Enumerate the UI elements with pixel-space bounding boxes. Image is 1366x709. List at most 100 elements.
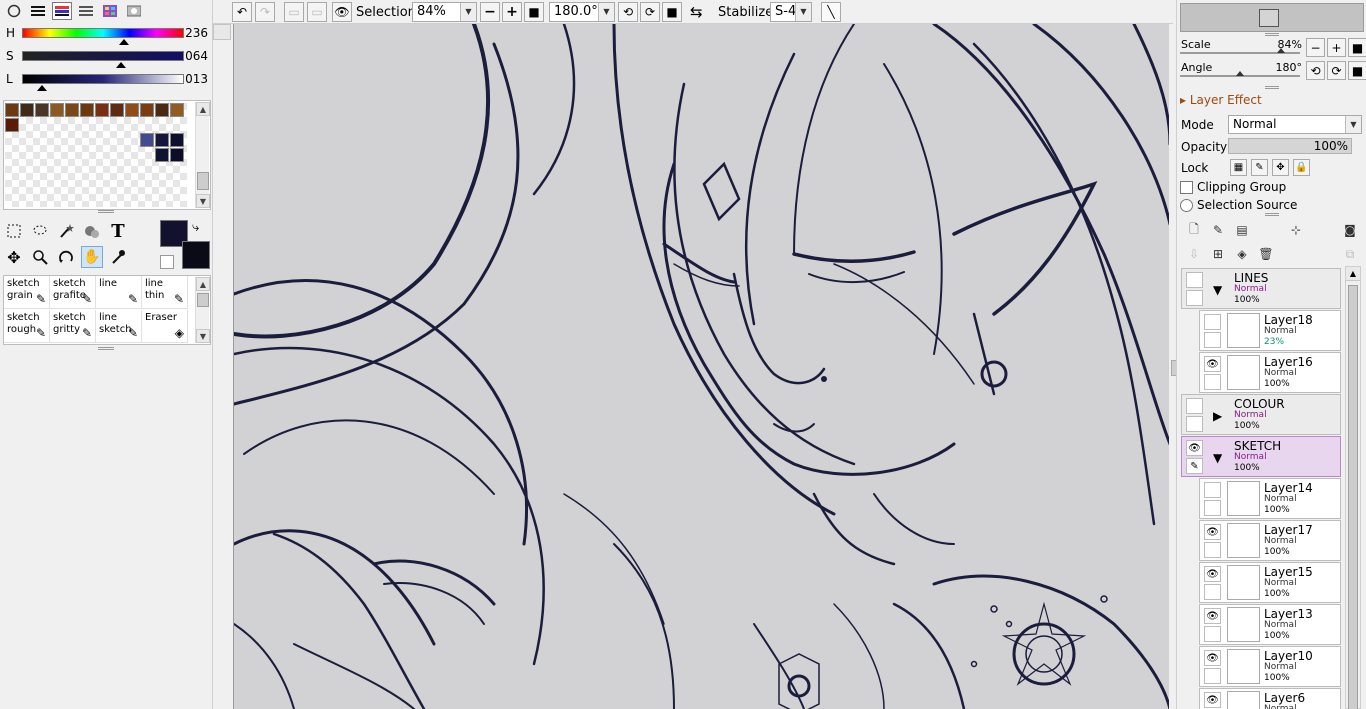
move-icon[interactable]: ✥ [3,246,25,268]
color-swatch[interactable] [140,133,154,147]
checkbox-box[interactable] [1180,180,1193,194]
scroll-up-icon[interactable]: ▲ [196,277,210,291]
new-linework-layer-icon[interactable]: ✎ [1208,220,1228,240]
new-layer-icon[interactable]: 🗋 [1184,220,1204,240]
layer-transfer-icon[interactable]: ⊹ [1286,220,1306,240]
scale-minus-button[interactable]: − [1306,38,1325,57]
layer-options-icon[interactable]: ◙ [1340,220,1360,240]
lightness-track[interactable] [22,74,184,84]
edit-toggle[interactable] [1204,374,1221,390]
panel-splitter[interactable] [98,347,114,350]
scroll-thumb[interactable] [197,293,209,307]
hand-icon[interactable]: ✋ [81,246,103,268]
visibility-toggle[interactable]: 👁 [1204,356,1221,372]
angle-dropdown[interactable]: 180.0° ▼ [549,2,615,22]
layer-row[interactable]: 👁 Layer10 Normal 100% [1199,646,1341,687]
layer-folder[interactable]: 👁 ✎ ▼ SKETCH Normal 100% [1181,436,1341,477]
rotate-right-button[interactable]: ⟳ [640,2,660,22]
brush-slot[interactable]: sketch rough ✎ [4,310,50,343]
saturation-slider[interactable]: S 064 [4,47,210,68]
rotate-ccw-icon[interactable]: ⟲ [618,2,638,22]
chevron-down-icon[interactable]: ▼ [1213,451,1222,465]
visibility-toggle[interactable] [1204,314,1221,330]
zoom-in-button[interactable]: + [502,2,522,22]
visibility-toggle[interactable]: 👁 [1204,650,1221,666]
layer-folder[interactable]: ▶ COLOUR Normal 100% [1181,394,1341,435]
scroll-up-icon[interactable]: ▲ [1346,267,1360,281]
eyedropper-icon[interactable] [107,246,129,268]
brush-slot[interactable]: line thin ✎ [142,276,188,309]
drawing-canvas[interactable] [233,24,1169,709]
deselect-button[interactable]: ▭ [284,2,304,22]
lock-move-icon[interactable]: ✥ [1272,159,1289,176]
deselect-icon[interactable]: ▭ [284,2,304,22]
color-swatch[interactable] [140,103,154,117]
redo-button[interactable]: ↷ [255,2,275,22]
color-mixer-icon[interactable] [76,2,96,20]
scale-plus-button[interactable]: + [1327,38,1346,57]
scroll-thumb[interactable] [197,172,209,190]
layer-row[interactable]: 👁 Layer13 Normal 100% [1199,604,1341,645]
brush-slot[interactable]: sketch grafite ✎ [50,276,96,309]
edit-toggle[interactable] [1204,584,1221,600]
visibility-toggle[interactable]: 👁 [1204,608,1221,624]
visibility-toggle[interactable]: 👁 [1204,692,1221,708]
edit-toggle[interactable] [1204,332,1221,348]
transparent-color-icon[interactable] [160,255,174,269]
visibility-toggle[interactable]: 👁 [1204,566,1221,582]
color-swatch[interactable] [125,103,139,117]
text-icon[interactable]: T [107,220,129,242]
color-swatch[interactable] [170,133,184,147]
hsl-sliders-icon[interactable] [52,2,72,20]
color-swatch[interactable] [65,103,79,117]
brush-scrollbar[interactable]: ▲ ▼ [195,277,210,343]
layer-row[interactable]: Layer18 Normal 23% [1199,310,1341,351]
edit-toggle[interactable] [1204,626,1221,642]
add-layer-icon[interactable]: ⊞ [1208,244,1228,264]
chevron-right-icon[interactable]: ▶ [1213,409,1222,423]
edit-toggle[interactable] [1186,290,1203,306]
angle-reset-button[interactable]: ■ [1348,61,1366,80]
line-icon[interactable]: ╲ [821,2,841,22]
redo-icon[interactable]: ↷ [255,2,275,22]
layer-list-scrollbar[interactable]: ▲ [1345,266,1361,709]
saturation-track[interactable] [22,51,184,61]
canvas-corner-scroll[interactable] [213,24,231,40]
color-swatch[interactable] [170,103,184,117]
lock-all-icon[interactable]: 🔒 [1293,159,1310,176]
scratchpad-icon[interactable] [124,2,144,20]
color-wheel-icon[interactable] [4,2,24,20]
color-swatch[interactable] [155,148,169,162]
panel-splitter[interactable] [98,210,114,213]
color-swatch[interactable] [110,103,124,117]
color-swatch[interactable] [155,133,169,147]
magic-wand-icon[interactable] [55,220,77,242]
saturation-thumb[interactable] [116,62,126,68]
color-swatch[interactable] [5,103,19,117]
edit-toggle[interactable] [1186,416,1203,432]
zoom-reset-button[interactable]: ■ [524,2,544,22]
color-swatch[interactable] [50,103,64,117]
layer-folder[interactable]: ▼ LINES Normal 100% [1181,268,1341,309]
undo-button[interactable]: ↶ [232,2,252,22]
visibility-toggle[interactable]: 👁 [1204,524,1221,540]
plus-icon[interactable]: + [502,2,522,22]
selection-visibility[interactable]: 👁 Selection [332,2,416,22]
layer-row[interactable]: 👁 Layer16 Normal 100% [1199,352,1341,393]
color-swatch[interactable] [80,103,94,117]
edit-toggle[interactable] [1204,542,1221,558]
layer-row[interactable]: 👁 Layer15 Normal 100% [1199,562,1341,603]
opacity-slider[interactable]: 100% [1228,138,1352,154]
layer-row[interactable]: 👁 Layer17 Normal 100% [1199,520,1341,561]
edit-toggle[interactable] [1204,668,1221,684]
flip-button[interactable]: ⇆ [690,2,703,22]
navigator-preview[interactable] [1180,3,1364,32]
reset-icon[interactable]: ■ [524,2,544,22]
clipping-group-checkbox[interactable]: Clipping Group [1180,178,1364,196]
flip-horizontal-icon[interactable]: ⇆ [690,3,703,21]
clear-layer-icon[interactable]: ◈ [1232,244,1252,264]
selection-rect-icon[interactable] [3,220,25,242]
navigator-viewport[interactable] [1259,9,1279,27]
selection-source-checkbox[interactable]: Selection Source [1180,196,1364,214]
zoom-icon[interactable] [29,246,51,268]
